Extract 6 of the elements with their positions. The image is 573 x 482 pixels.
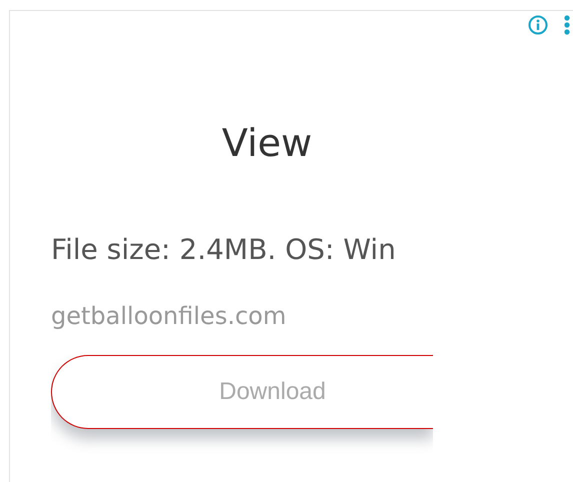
file-details: File size: 2.4MB. OS: Win [51, 233, 397, 267]
ad-title: View [220, 121, 314, 165]
domain-text: getballoonfiles.com [51, 301, 288, 331]
download-button[interactable]: Download [51, 355, 433, 429]
info-icon[interactable] [528, 15, 548, 35]
more-options-icon[interactable] [564, 15, 570, 35]
